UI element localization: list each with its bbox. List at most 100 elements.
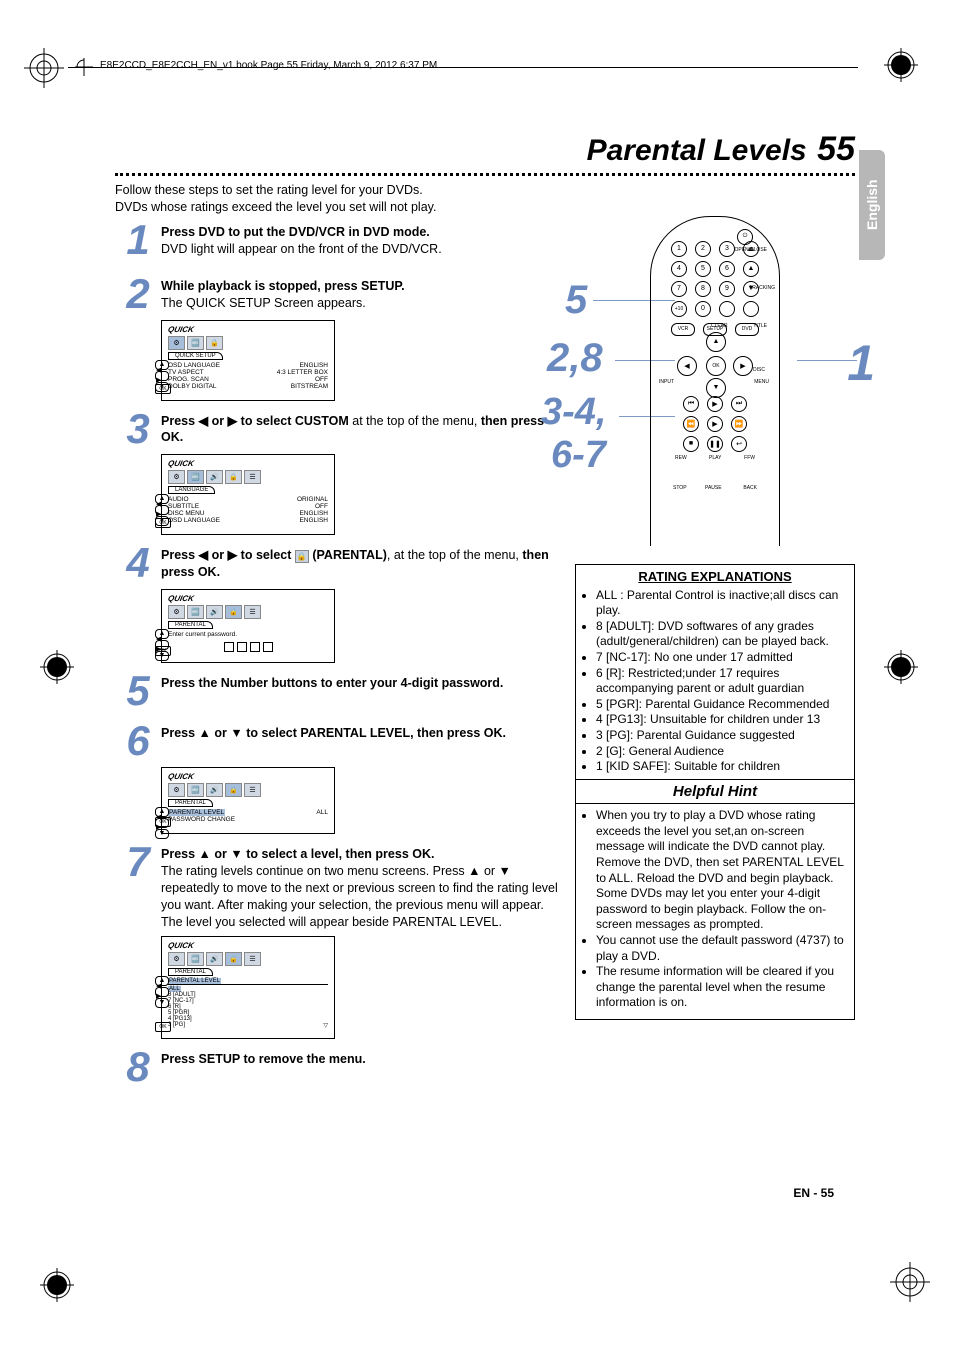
regmark-bl [40,1268,74,1302]
ok-button: OK [706,356,726,376]
step-1-number: 1 [115,220,161,260]
tab-icon: 🔤 [187,952,204,966]
pause-icon: ❚❚ [707,436,723,452]
osd-logo: QUICK [167,459,195,468]
osd-val: ALL [316,809,328,816]
osd-parental-level: QUICK ⚙🔤🔊🔒☰ PARENTAL PARENTAL LEVELALL P… [161,767,335,834]
tab-icon: ☰ [244,783,261,797]
power-icon: ⏻ [737,229,753,245]
remote-btn-7: 7 [671,281,687,297]
tab-icon: ☰ [244,470,261,484]
tab-icon: 🔤 [187,336,204,350]
osd-folder: PARENTAL [168,968,213,976]
remote-callouts: 5 2,8 3-4, 6-7 1 ⏻ OPEN/CLOSE 123⏏ 456▲ … [575,216,855,556]
ok-icon: OK [155,518,171,528]
osd-logo: QUICK [167,772,195,781]
step-6-bold: Press ▲ or ▼ to select PARENTAL LEVEL, t… [161,726,506,740]
osd-msg: Enter current password. [168,631,328,638]
osd-val: ENGLISH [299,510,328,517]
page-title: Parental Levels [587,134,807,167]
intro-line-1: Follow these steps to set the rating lev… [115,183,423,197]
up-arrow-icon: ▲ [706,332,726,352]
header-filename: E8E2CCD_E8E2CCH_EN_v1.book Page 55 Frida… [100,60,437,71]
callout-3-4: 3-4, [541,391,606,434]
next-track-icon: ⏭ [731,396,747,412]
osd-val: ENGLISH [299,362,328,369]
title-dotline [115,173,855,176]
rating-item: 8 [ADULT]: DVD softwares of any grades (… [596,619,848,650]
remote-btn-6: 6 [719,261,735,277]
remote-btn-1: 1 [671,241,687,257]
step-4: 4 Press ◀ or ▶ to select 🔒 (PARENTAL), a… [115,543,567,583]
regmark-br [890,1262,930,1302]
password-digits [168,642,328,652]
osd-folder: PARENTAL [168,799,213,807]
tab-icon: ☰ [244,952,261,966]
tab-icon: ⚙ [168,336,185,350]
callline [797,360,857,361]
down-arrow-icon: ▼ [706,378,726,398]
ok-icon: OK [155,384,171,394]
side-arrows-icon: ▲◀ ▶▼ [155,975,169,1009]
hint-item: The resume information will be cleared i… [596,964,848,1011]
tab-icon: 🔒 [225,952,242,966]
step-7-text: The rating levels continue on two menu s… [161,864,558,929]
rating-item: 5 [PGR]: Parental Guidance Recommended [596,697,848,713]
remote-btn-5: 5 [695,261,711,277]
footer-page: EN - 55 [793,1186,834,1200]
step-7-bold: Press ▲ or ▼ to select a level, then pre… [161,847,434,861]
osd-header: PARENTAL LEVEL [168,978,221,984]
tab-icon: ⚙ [168,605,185,619]
stop-icon: ■ [683,436,699,452]
tab-icon: 🔒 [225,783,242,797]
osd-val: BITSTREAM [291,383,328,390]
step-2-bold: While playback is stopped, press SETUP. [161,279,405,293]
page-number: 55 [817,130,855,168]
step-6-number: 6 [115,721,161,761]
step-1: 1 Press DVD to put the DVD/VCR in DVD mo… [115,220,567,260]
osd-parental-pw: QUICK ⚙🔤🔊🔒☰ PARENTAL Enter current passw… [161,589,335,663]
remote-btn-2: 2 [695,241,711,257]
tab-icon: 🔒 [225,605,242,619]
osd-val: ENGLISH [299,517,328,524]
remote-btn-p10: +10 [671,301,687,317]
lbl-title: TITLE [753,323,767,329]
osd-key: DISC MENU [168,510,204,517]
step-4-number: 4 [115,543,161,583]
vcr-button: VCR [671,323,695,336]
lbl-play: PLAY [709,455,721,461]
tab-icon: 🔒 [225,470,242,484]
play-icon: ▶ [707,396,723,412]
osd-logo: QUICK [167,325,195,334]
tab-icon: 🔤 [187,783,204,797]
step-6: 6 Press ▲ or ▼ to select PARENTAL LEVEL,… [115,721,567,761]
page-title-row: Parental Levels 55 [115,130,855,169]
callout-2-8: 2,8 [547,336,603,381]
osd-folder: PARENTAL [168,621,213,629]
tab-icon: ⚙ [168,783,185,797]
tab-icon: 🔒 [206,336,223,350]
regmark-tl [24,48,64,88]
callout-1: 1 [847,334,875,392]
remote-btn-3: 3 [719,241,735,257]
step-8-number: 8 [115,1047,161,1087]
regmark-tr [884,48,918,82]
osd-key: PASSWORD CHANGE [168,816,235,823]
lbl-rew: REW [675,455,687,461]
osd-val: OFF [315,376,328,383]
ok-icon: OK [155,817,171,827]
tab-icon: 🔊 [206,470,223,484]
lbl-back: BACK [743,485,757,491]
osd-key: AUDIO [168,496,189,503]
step-5-bold: Press the Number buttons to enter your 4… [161,676,503,690]
step-8: 8 Press SETUP to remove the menu. [115,1047,567,1087]
step-2-number: 2 [115,274,161,314]
language-tab: English [859,150,885,260]
regmark-mr [884,650,918,684]
remote-btn-4: 4 [671,261,687,277]
step-3-bold-a: Press ◀ or ▶ to select CUSTOM [161,414,349,428]
lbl-clear: CLEAR [711,323,728,329]
lbl-stop: STOP [673,485,687,491]
steps-column: 1 Press DVD to put the DVD/VCR in DVD mo… [115,216,567,1088]
osd-key: OSD LANGUAGE [168,362,220,369]
